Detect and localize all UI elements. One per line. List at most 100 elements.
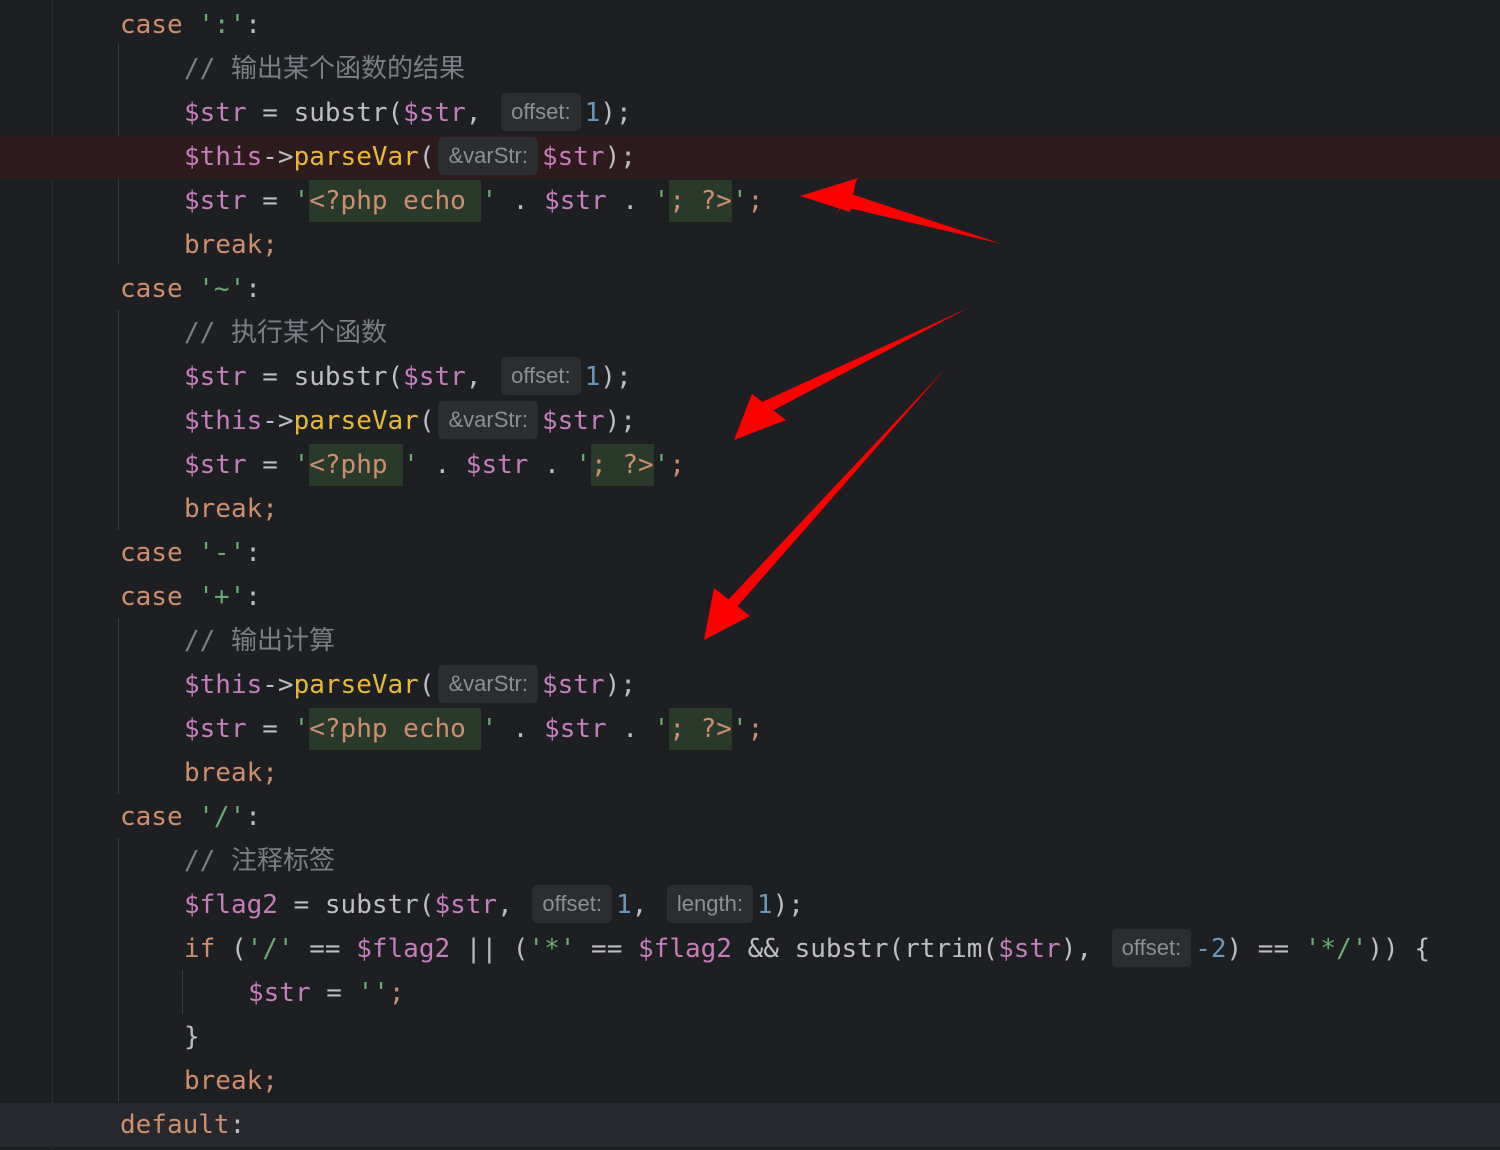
code-line[interactable]: case '-':: [0, 531, 1500, 575]
colon: :: [245, 802, 261, 832]
concat-operator: .: [418, 450, 466, 480]
paren: ),: [1060, 934, 1092, 964]
closing-brace: }: [184, 1022, 200, 1052]
injected-php-string: <?php echo: [309, 180, 482, 222]
operator: =: [246, 714, 294, 744]
code-line[interactable]: break;: [0, 1059, 1500, 1103]
semicolon: ;: [262, 758, 278, 788]
operator: =: [246, 98, 294, 128]
string-literal: '/': [198, 802, 246, 832]
code-line[interactable]: case ':':: [0, 3, 1500, 47]
code-line[interactable]: $this->parseVar(&varStr: $str);: [0, 399, 1500, 443]
code-line[interactable]: $str = substr($str, offset: 1);: [0, 355, 1500, 399]
variable: $str: [184, 98, 247, 128]
punctuation: );: [600, 362, 632, 392]
code-line[interactable]: }: [0, 1015, 1500, 1059]
paren: (: [215, 934, 247, 964]
semicolon: ;: [262, 1066, 278, 1096]
code-line[interactable]: $flag2 = substr($str, offset: 1, length: 1…: [0, 883, 1500, 927]
code-line-highlighted[interactable]: $this->parseVar(&varStr: $str);: [0, 135, 1500, 179]
comment: // 输出某个函数的结果: [184, 54, 465, 84]
quote: ': [575, 450, 592, 480]
colon: :: [245, 10, 261, 40]
variable: $str: [541, 670, 605, 700]
concat-operator: .: [606, 714, 654, 744]
code-line[interactable]: $str = '<?php echo ' . $str . '; ?>';: [0, 179, 1500, 223]
variable: $str: [403, 98, 466, 128]
variable: $flag2: [638, 934, 732, 964]
comment: // 执行某个函数: [184, 318, 387, 348]
operator: ->: [262, 406, 294, 436]
code-line[interactable]: if ('/' == $flag2 || ('*' == $flag2 && s…: [0, 927, 1500, 971]
code-line[interactable]: // 输出某个函数的结果: [0, 47, 1500, 91]
string-literal: '*/': [1304, 934, 1368, 964]
keyword: case: [120, 802, 183, 832]
quote: ': [653, 186, 670, 216]
code-line[interactable]: case '~':: [0, 267, 1500, 311]
string-literal: '/': [246, 934, 294, 964]
code-line[interactable]: $str = '<?php echo ' . $str . '; ?>';: [0, 707, 1500, 751]
operator: ==: [1242, 934, 1305, 964]
variable: $str: [184, 186, 247, 216]
string-literal: '': [357, 978, 389, 1008]
method-name: parseVar: [293, 406, 419, 436]
keyword: break: [184, 1066, 263, 1096]
code-line[interactable]: break;: [0, 751, 1500, 795]
concat-operator: .: [497, 186, 545, 216]
code-line[interactable]: // 输出计算: [0, 619, 1500, 663]
concat-operator: .: [497, 714, 545, 744]
code-line[interactable]: $str = '';: [0, 971, 1500, 1015]
injected-php-string: ; ?>: [669, 708, 732, 750]
operator: =: [246, 450, 294, 480]
paren: (: [512, 934, 529, 964]
keyword: break: [184, 494, 263, 524]
code-editor[interactable]: case ':': // 输出某个函数的结果 $str = substr($st…: [0, 0, 1500, 1150]
number-literal: 1: [756, 890, 773, 920]
keyword: break: [184, 758, 263, 788]
variable: $flag2: [184, 890, 278, 920]
semicolon: ;: [747, 714, 764, 744]
comma: ,: [497, 890, 513, 920]
comment: // 输出计算: [184, 626, 335, 656]
operator: =: [277, 890, 325, 920]
string-literal: '-': [198, 538, 246, 568]
code-line[interactable]: break;: [0, 487, 1500, 531]
string-literal: '*': [528, 934, 576, 964]
code-line[interactable]: $this->parseVar(&varStr: $str);: [0, 663, 1500, 707]
operator: ==: [575, 934, 639, 964]
number-literal: 1: [584, 98, 601, 128]
operator: =: [310, 978, 358, 1008]
semicolon: ;: [262, 494, 278, 524]
comment: // 注释标签: [184, 846, 335, 876]
variable: $str: [434, 890, 498, 920]
keyword: case: [120, 10, 183, 40]
code-line[interactable]: break;: [0, 223, 1500, 267]
variable: $str: [541, 406, 605, 436]
code-line[interactable]: $str = substr($str, offset: 1);: [0, 91, 1500, 135]
code-line[interactable]: case '+':: [0, 575, 1500, 619]
variable: $str: [248, 978, 311, 1008]
quote: ': [653, 714, 670, 744]
code-line[interactable]: // 执行某个函数: [0, 311, 1500, 355]
colon: :: [245, 538, 261, 568]
keyword: case: [120, 582, 183, 612]
string-literal: ':': [198, 10, 246, 40]
param-hint: offset:: [501, 356, 581, 395]
paren: (: [418, 670, 435, 700]
code-line[interactable]: $str = '<?php ' . $str . '; ?>';: [0, 443, 1500, 487]
punctuation: )) {: [1367, 934, 1431, 964]
param-hint: offset:: [1111, 928, 1192, 967]
variable: $str: [544, 714, 607, 744]
code-line[interactable]: case '/':: [0, 795, 1500, 839]
quote: ': [293, 714, 310, 744]
code-line[interactable]: // 注释标签: [0, 839, 1500, 883]
variable: $this: [184, 670, 263, 700]
function-call: substr(: [293, 98, 404, 128]
param-hint: offset:: [501, 92, 581, 131]
function-call: substr(: [324, 890, 435, 920]
operator: ==: [293, 934, 357, 964]
variable: $str: [184, 450, 247, 480]
operator: ||: [450, 934, 513, 964]
variable: $str: [544, 186, 607, 216]
code-line-current[interactable]: default:: [0, 1103, 1500, 1147]
